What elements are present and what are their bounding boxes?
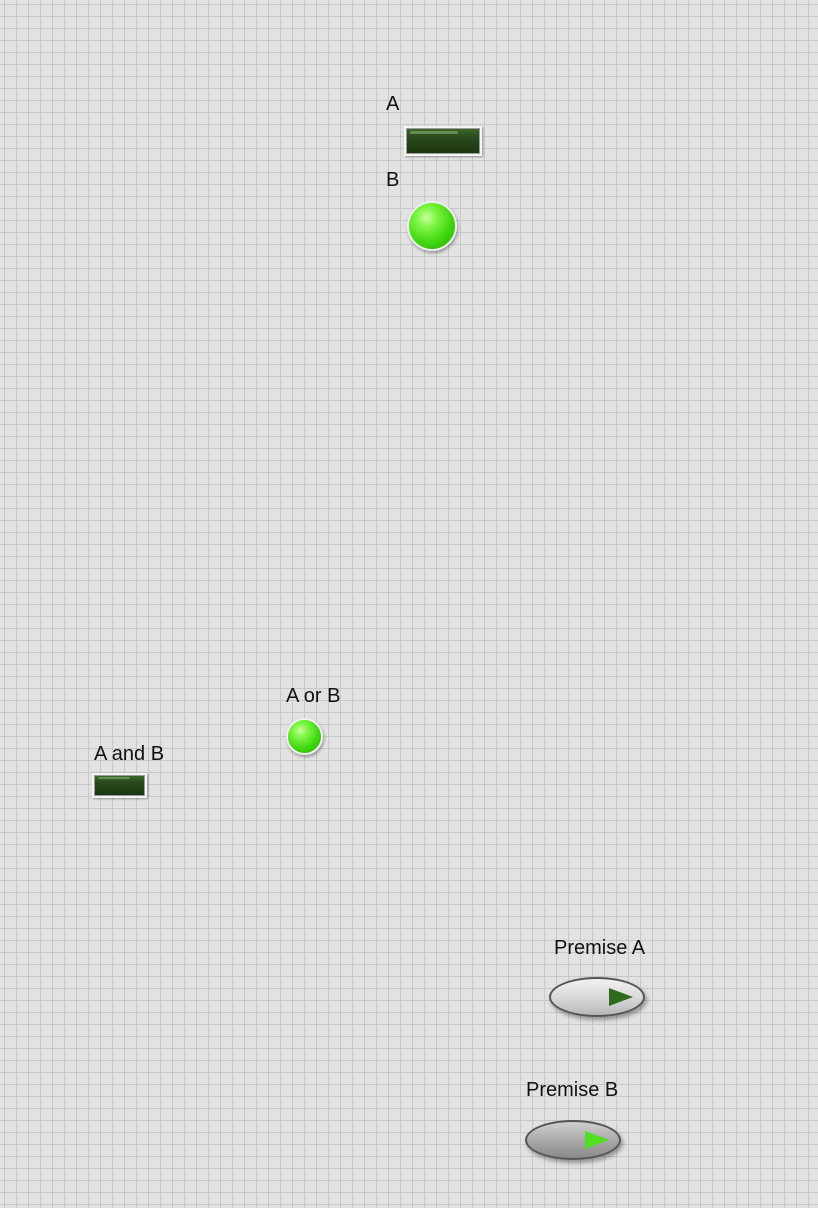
play-arrow-icon bbox=[585, 1131, 609, 1149]
premise-a-button[interactable] bbox=[549, 977, 645, 1017]
indicator-b-led bbox=[407, 201, 457, 251]
premise-b-button[interactable] bbox=[525, 1120, 621, 1160]
premise-a-label: Premise A bbox=[554, 937, 646, 959]
indicator-a-label: A bbox=[386, 93, 400, 115]
indicator-a-and-b-label: A and B bbox=[94, 743, 165, 765]
indicator-a-or-b-led bbox=[286, 718, 323, 755]
led-shine bbox=[410, 131, 458, 134]
indicator-a-led bbox=[404, 126, 482, 156]
indicator-a-or-b-label: A or B bbox=[286, 685, 341, 707]
front-panel: A B A or B A and B Premise A Premise B bbox=[0, 0, 818, 1208]
led-shine bbox=[98, 777, 130, 779]
indicator-a-and-b-led bbox=[92, 773, 147, 798]
play-arrow-icon bbox=[609, 988, 633, 1006]
premise-b-label: Premise B bbox=[526, 1079, 619, 1101]
indicator-b-label: B bbox=[386, 169, 400, 191]
